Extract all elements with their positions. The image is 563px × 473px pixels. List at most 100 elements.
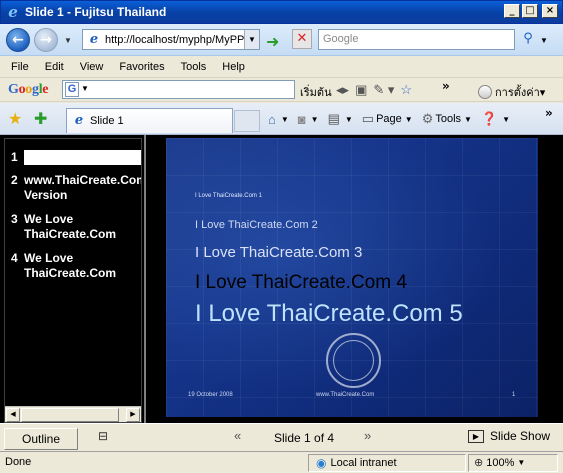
zoom-control[interactable]: ⊕ 100% ▼: [474, 456, 525, 470]
page-icon: e: [89, 31, 99, 47]
outline-item[interactable]: 4 We Love ThaiCreate.Com: [11, 251, 141, 281]
page-icon: ▭: [361, 111, 375, 126]
previous-slide-icon[interactable]: «: [234, 428, 241, 443]
pane-divider[interactable]: [144, 135, 146, 451]
window-title: Slide 1 - Fujitsu Thailand: [25, 5, 167, 19]
settings-circle-icon: [478, 85, 492, 99]
print-icon: ▤: [327, 111, 340, 126]
menu-bar: File Edit View Favorites Tools Help: [0, 57, 563, 78]
command-bar: ⌂ ▼ ◙ ▼ ▤ ▼ ▭ Page ▼ ⚙ Tools ▼ ❓ ▼: [268, 111, 519, 127]
google-settings-button[interactable]: การตั้งค่า ▾: [478, 83, 545, 101]
slide-show-button[interactable]: ▶ Slide Show: [468, 429, 550, 443]
ie-icon: e: [8, 3, 18, 21]
google-dropdown-icon[interactable]: ▼: [81, 84, 89, 93]
toolbar-overflow-icon[interactable]: »: [442, 79, 450, 93]
outline-list: 1 2 www.ThaiCreate.Com Version 3 We Love T…: [5, 139, 141, 405]
minimize-button[interactable]: _: [504, 4, 520, 18]
arrow-icon[interactable]: ◂▸: [336, 82, 349, 97]
url-text[interactable]: http://localhost/myphp/MyPP: [105, 34, 245, 46]
menu-favorites[interactable]: Favorites: [111, 61, 172, 73]
slide-line-4: I Love ThaiCreate.Com 4: [195, 272, 407, 293]
scroll-thumb[interactable]: [21, 408, 119, 422]
seal-logo: [326, 333, 381, 388]
outline-button[interactable]: Outline: [4, 428, 78, 450]
google-start-button[interactable]: เริ่มต้น: [300, 83, 332, 101]
favorites-star-icon[interactable]: ★: [8, 109, 22, 129]
window-controls: _ □ ×: [504, 4, 558, 18]
presentation-viewer: 1 2 www.ThaiCreate.Com Version 3 We Love T…: [0, 135, 563, 451]
feeds-button[interactable]: ◙ ▼: [298, 112, 319, 127]
address-row: ← → ▼ e http://localhost/myphp/MyPP ▼ ➜ …: [0, 24, 563, 56]
scroll-right-icon[interactable]: ▶: [126, 408, 140, 422]
status-bar: Done ◉ Local intranet ⊕ 100% ▼: [0, 451, 563, 473]
address-dropdown-icon[interactable]: ▼: [244, 30, 259, 49]
scroll-left-icon[interactable]: ◀: [6, 408, 20, 422]
settings-label: การตั้งค่า: [495, 87, 540, 99]
slide-footer-page: 1: [512, 392, 516, 398]
help-button[interactable]: ❓ ▼: [481, 111, 510, 127]
slideshow-icon: ▶: [468, 429, 484, 443]
menu-edit[interactable]: Edit: [37, 61, 72, 73]
tab-slide-1[interactable]: e Slide 1: [66, 108, 233, 133]
page-menu-button[interactable]: ▭ Page ▼: [362, 111, 413, 127]
next-slide-icon[interactable]: »: [364, 428, 371, 443]
search-dropdown-icon[interactable]: ▼: [540, 36, 548, 45]
command-overflow-icon[interactable]: »: [545, 106, 553, 120]
outline-pane: 1 2 www.ThaiCreate.Com Version 3 We Love T…: [4, 138, 142, 423]
maximize-button[interactable]: □: [522, 4, 538, 18]
menu-file[interactable]: File: [0, 61, 37, 73]
outline-item[interactable]: 3 We Love ThaiCreate.Com: [11, 212, 141, 242]
tab-label: Slide 1: [90, 115, 124, 127]
help-icon: ❓: [480, 111, 498, 126]
bookmark-star-icon[interactable]: ☆: [400, 82, 412, 97]
photo-icon[interactable]: ▣: [355, 82, 367, 97]
globe-icon: ◉: [316, 456, 327, 470]
slide-control-bar: Outline ⊟ « Slide 1 of 4 » ▶ Slide Show: [0, 423, 563, 451]
slide-line-2: I Love ThaiCreate.Com 2: [195, 219, 318, 231]
slide-line-1: I Love ThaiCreate.Com 1: [195, 193, 262, 199]
rss-icon: ◙: [297, 111, 306, 127]
search-icon[interactable]: ⚲: [518, 29, 538, 49]
notes-icon[interactable]: ⊟: [92, 429, 114, 447]
title-bar: e Slide 1 - Fujitsu Thailand _ □ ×: [0, 0, 563, 24]
history-dropdown-icon[interactable]: ▼: [64, 36, 72, 45]
slide-footer-site: www.ThaiCreate.Com: [316, 392, 375, 398]
tools-menu-button[interactable]: ⚙ Tools ▼: [422, 111, 472, 127]
address-field[interactable]: e http://localhost/myphp/MyPP ▼: [82, 29, 260, 50]
google-search-input[interactable]: G ▼: [62, 80, 295, 99]
zoom-icon: ⊕: [474, 457, 484, 469]
google-tool-icons: ◂▸ ▣ ✎ ▾ ☆: [336, 82, 418, 98]
new-tab-button[interactable]: [234, 110, 260, 132]
close-button[interactable]: ×: [542, 4, 558, 18]
search-input[interactable]: Google: [318, 29, 515, 50]
slideshow-label: Slide Show: [490, 429, 551, 443]
go-icon[interactable]: ➜: [266, 32, 279, 51]
security-zone[interactable]: ◉ Local intranet: [316, 456, 397, 470]
google-toolbar: Google G ▼ เริ่มต้น ◂▸ ▣ ✎ ▾ ☆ » การตั้งค่า…: [0, 78, 563, 102]
forward-button[interactable]: →: [34, 28, 58, 52]
home-icon: ⌂: [268, 111, 276, 127]
slide-counter: Slide 1 of 4: [274, 431, 335, 445]
slide-canvas: I Love ThaiCreate.Com 1 I Love ThaiCreat…: [166, 138, 538, 417]
stop-button[interactable]: ✕: [292, 29, 312, 49]
google-g-icon: G: [65, 82, 79, 97]
status-text: Done: [5, 456, 32, 468]
outline-item[interactable]: 1: [11, 150, 141, 165]
google-logo[interactable]: Google: [8, 82, 49, 98]
menu-tools[interactable]: Tools: [173, 61, 215, 73]
slide-footer-date: 19 October 2008: [188, 392, 233, 398]
menu-help[interactable]: Help: [214, 61, 253, 73]
home-button[interactable]: ⌂ ▼: [268, 112, 289, 127]
outline-scrollbar[interactable]: ◀ ▶: [5, 406, 141, 422]
tab-row: ★ ✚ e Slide 1 ⌂ ▼ ◙ ▼ ▤ ▼ ▭ Page ▼ ⚙ Tools ▼ ❓ ▼…: [0, 103, 563, 135]
menu-view[interactable]: View: [72, 61, 112, 73]
slide-line-5: I Love ThaiCreate.Com 5: [195, 300, 463, 327]
page-icon: e: [74, 113, 84, 128]
outline-item[interactable]: 2 www.ThaiCreate.Com Version: [11, 173, 141, 203]
slide-line-3: I Love ThaiCreate.Com 3: [195, 244, 363, 261]
gear-icon: ⚙: [421, 111, 434, 126]
back-button[interactable]: ←: [6, 28, 30, 52]
puzzle-icon[interactable]: ✎ ▾: [373, 82, 394, 97]
print-button[interactable]: ▤ ▼: [328, 111, 353, 127]
add-favorite-icon[interactable]: ✚: [34, 109, 47, 129]
